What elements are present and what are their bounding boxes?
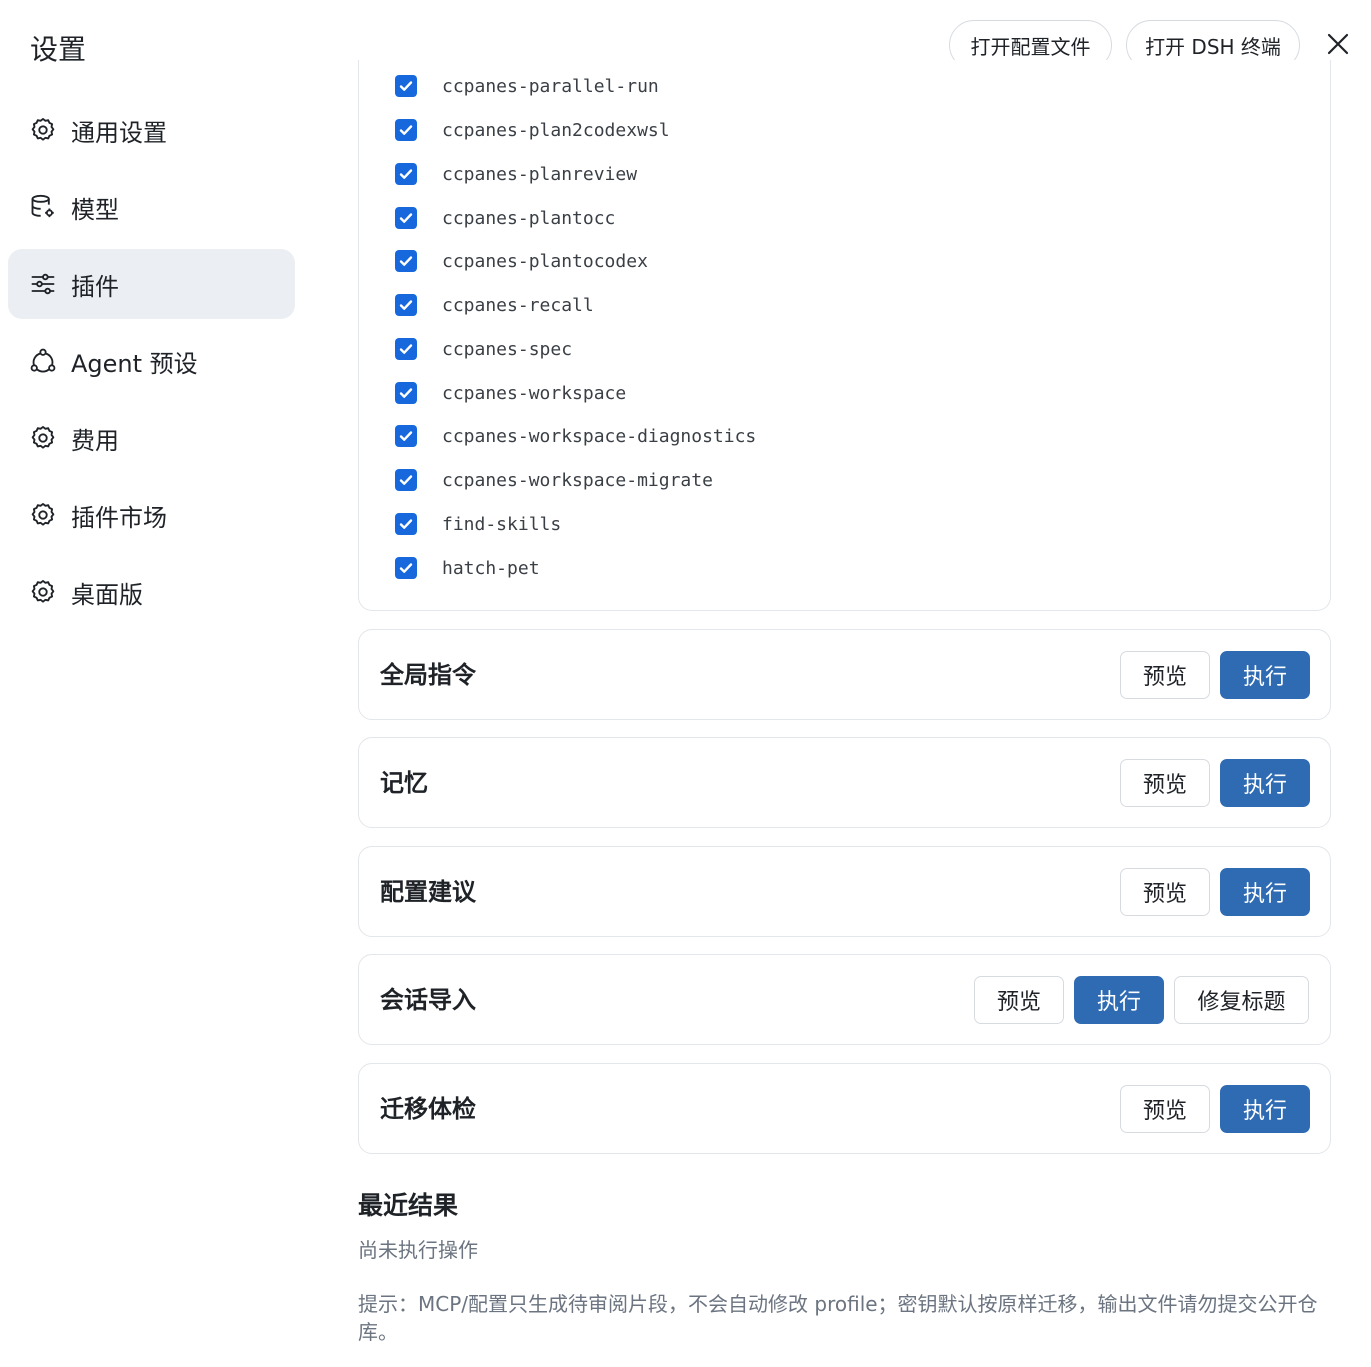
check-icon [399, 300, 413, 310]
gear-icon [28, 577, 58, 607]
sidebar-item-label: 桌面版 [71, 580, 143, 609]
hint-text: 提示：MCP/配置只生成待审阅片段，不会自动修改 profile；密钥默认按原样… [358, 1292, 1318, 1344]
skill-row[interactable]: ccpanes-recall [395, 290, 594, 320]
skill-checkbox[interactable] [395, 119, 417, 141]
action-title: 记忆 [380, 769, 428, 797]
sidebar-item-label: Agent 预设 [71, 349, 198, 378]
skill-checkbox[interactable] [395, 338, 417, 360]
skill-row[interactable]: ccpanes-workspace-migrate [395, 465, 713, 495]
skill-row[interactable]: ccpanes-workspace [395, 378, 626, 408]
check-icon [399, 344, 413, 354]
skill-name: find-skills [442, 513, 562, 535]
action-card-global-instructions: 全局指令 预览 执行 [358, 629, 1331, 720]
skill-name: hatch-pet [442, 557, 540, 579]
skill-checkbox[interactable] [395, 382, 417, 404]
skill-name: ccpanes-spec [442, 338, 573, 360]
skill-name: ccpanes-recall [442, 294, 594, 316]
action-title: 迁移体检 [380, 1095, 476, 1123]
action-card-session-import: 会话导入 预览 执行 修复标题 [358, 954, 1331, 1045]
action-card-migration-check: 迁移体检 预览 执行 [358, 1063, 1331, 1154]
sidebar-item-label: 费用 [71, 426, 119, 455]
database-gear-icon [28, 192, 58, 222]
skill-checkbox[interactable] [395, 469, 417, 491]
preview-button[interactable]: 预览 [974, 976, 1064, 1024]
skill-checkbox[interactable] [395, 557, 417, 579]
sidebar-item-label: 模型 [71, 195, 119, 224]
sidebar-item-general[interactable]: 通用设置 [8, 95, 295, 165]
skill-row[interactable]: find-skills [395, 509, 561, 539]
check-icon [399, 475, 413, 485]
close-button[interactable] [1322, 28, 1354, 60]
gear-icon [28, 115, 58, 145]
skill-checkbox[interactable] [395, 207, 417, 229]
run-button[interactable]: 执行 [1220, 1085, 1310, 1133]
sidebar-item-agent-presets[interactable]: Agent 预设 [8, 326, 295, 396]
skill-name: ccpanes-plantocc [442, 207, 616, 229]
skill-checkbox[interactable] [395, 75, 417, 97]
run-button[interactable]: 执行 [1074, 976, 1164, 1024]
sidebar-item-label: 插件 [71, 272, 119, 301]
close-icon [1327, 33, 1349, 55]
skill-name: ccpanes-planreview [442, 163, 638, 185]
sidebar-item-cost[interactable]: 费用 [8, 403, 295, 473]
skill-checkbox[interactable] [395, 294, 417, 316]
skill-checkbox[interactable] [395, 250, 417, 272]
skill-checkbox[interactable] [395, 425, 417, 447]
network-icon [28, 346, 58, 376]
action-title: 配置建议 [380, 878, 476, 906]
sidebar-item-label: 插件市场 [71, 503, 167, 532]
skill-name: ccpanes-plantocodex [442, 250, 648, 272]
check-icon [399, 519, 413, 529]
skill-name: ccpanes-workspace-migrate [442, 469, 713, 491]
skill-name: ccpanes-parallel-run [442, 75, 659, 97]
run-button[interactable]: 执行 [1220, 651, 1310, 699]
check-icon [399, 431, 413, 441]
skill-row[interactable]: ccpanes-planreview [395, 159, 637, 189]
skills-list-card: ccpanes-parallel-run ccpanes-plan2codexw… [358, 60, 1331, 611]
skill-name: ccpanes-workspace-diagnostics [442, 425, 757, 447]
page-title: 设置 [30, 33, 87, 66]
preview-button[interactable]: 预览 [1120, 868, 1210, 916]
skill-checkbox[interactable] [395, 513, 417, 535]
check-icon [399, 563, 413, 573]
skill-checkbox[interactable] [395, 163, 417, 185]
preview-button[interactable]: 预览 [1120, 759, 1210, 807]
gear-icon [28, 423, 58, 453]
run-button[interactable]: 执行 [1220, 868, 1310, 916]
sidebar-item-marketplace[interactable]: 插件市场 [8, 480, 295, 550]
recent-results-empty: 尚未执行操作 [358, 1238, 478, 1262]
fix-titles-button[interactable]: 修复标题 [1174, 976, 1309, 1024]
check-icon [399, 388, 413, 398]
check-icon [399, 125, 413, 135]
preview-button[interactable]: 预览 [1120, 651, 1210, 699]
check-icon [399, 169, 413, 179]
action-card-memory: 记忆 预览 执行 [358, 737, 1331, 828]
sidebar-item-desktop[interactable]: 桌面版 [8, 557, 295, 627]
skill-name: ccpanes-workspace [442, 382, 627, 404]
skill-row[interactable]: ccpanes-plantocc [395, 203, 615, 233]
sliders-icon [28, 269, 58, 299]
skill-row[interactable]: ccpanes-plantocodex [395, 246, 648, 276]
sidebar-item-label: 通用设置 [71, 118, 167, 147]
gear-icon [28, 500, 58, 530]
sidebar-item-plugins[interactable]: 插件 [8, 249, 295, 319]
check-icon [399, 213, 413, 223]
recent-results-title: 最近结果 [358, 1191, 459, 1220]
check-icon [399, 256, 413, 266]
action-title: 全局指令 [380, 661, 476, 689]
skill-row[interactable]: hatch-pet [395, 553, 540, 583]
check-icon [399, 81, 413, 91]
sidebar-item-models[interactable]: 模型 [8, 172, 295, 242]
run-button[interactable]: 执行 [1220, 759, 1310, 807]
preview-button[interactable]: 预览 [1120, 1085, 1210, 1133]
skill-row[interactable]: ccpanes-workspace-diagnostics [395, 421, 756, 451]
sidebar: 通用设置 模型 插件 Agent 预设 费用 插件市场 桌面版 [8, 95, 295, 634]
skill-name: ccpanes-plan2codexwsl [442, 119, 670, 141]
skill-row[interactable]: ccpanes-plan2codexwsl [395, 115, 670, 145]
skill-row[interactable]: ccpanes-spec [395, 334, 572, 364]
action-card-config-suggestions: 配置建议 预览 执行 [358, 846, 1331, 937]
action-title: 会话导入 [380, 986, 476, 1014]
skill-row[interactable]: ccpanes-parallel-run [395, 71, 659, 101]
